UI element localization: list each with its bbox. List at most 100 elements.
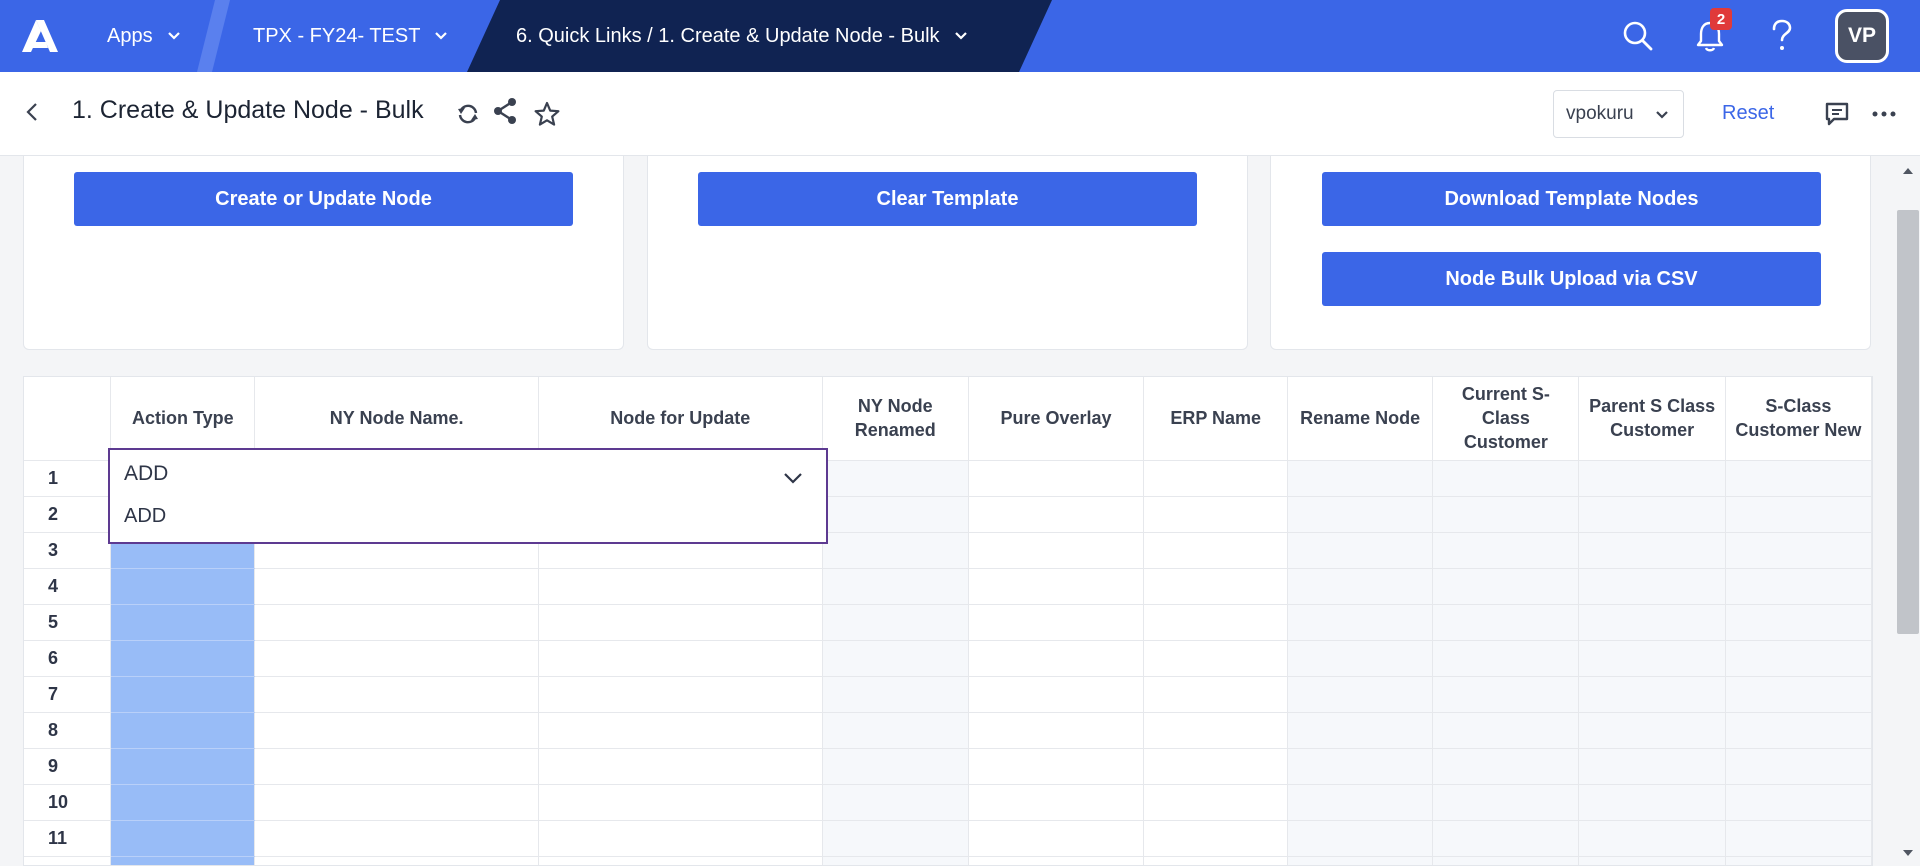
grid-cell[interactable]: [1725, 712, 1872, 749]
grid-cell[interactable]: [968, 820, 1145, 857]
grid-cell[interactable]: [254, 568, 539, 605]
grid-cell[interactable]: [110, 784, 256, 821]
grid-cell[interactable]: [1287, 784, 1434, 821]
grid-cell[interactable]: [1578, 460, 1726, 497]
grid-cell[interactable]: [968, 532, 1145, 569]
grid-cell[interactable]: [110, 676, 256, 713]
grid-cell[interactable]: [254, 604, 539, 641]
column-header[interactable]: Pure Overlay: [968, 377, 1145, 461]
grid-cell[interactable]: [822, 784, 969, 821]
grid-cell[interactable]: [822, 460, 969, 497]
column-header[interactable]: Parent S Class Customer: [1578, 377, 1726, 461]
grid-cell[interactable]: [110, 820, 256, 857]
grid-cell[interactable]: [822, 820, 969, 857]
grid-cell[interactable]: [1432, 604, 1580, 641]
grid-cell[interactable]: [254, 748, 539, 785]
grid-cell[interactable]: [538, 640, 823, 677]
grid-cell[interactable]: [254, 856, 539, 865]
grid-cell[interactable]: [1725, 640, 1872, 677]
page-breadcrumb-menu[interactable]: 6. Quick Links / 1. Create & Update Node…: [516, 0, 968, 72]
grid-cell[interactable]: [110, 604, 256, 641]
grid-cell[interactable]: [1143, 640, 1289, 677]
grid-cell[interactable]: [1287, 460, 1434, 497]
grid-cell[interactable]: [1287, 604, 1434, 641]
user-select[interactable]: vpokuru: [1553, 90, 1684, 138]
grid-cell[interactable]: [538, 676, 823, 713]
workspace-menu[interactable]: TPX - FY24- TEST: [253, 0, 448, 72]
grid-cell[interactable]: [1143, 676, 1289, 713]
more-options-icon[interactable]: [1869, 99, 1899, 129]
create-or-update-node-button[interactable]: Create or Update Node: [74, 172, 573, 226]
grid-cell[interactable]: [1143, 604, 1289, 641]
grid-cell[interactable]: [822, 496, 969, 533]
grid-cell[interactable]: [968, 604, 1145, 641]
grid-cell[interactable]: [1143, 820, 1289, 857]
grid-cell[interactable]: [1432, 820, 1580, 857]
grid-cell[interactable]: [1143, 784, 1289, 821]
download-template-nodes-button[interactable]: Download Template Nodes: [1322, 172, 1821, 226]
grid-cell[interactable]: [968, 568, 1145, 605]
grid-cell[interactable]: [1578, 532, 1726, 569]
grid-cell[interactable]: [110, 856, 256, 865]
grid-cell[interactable]: [1287, 532, 1434, 569]
grid-cell[interactable]: [1143, 496, 1289, 533]
grid-cell[interactable]: [1725, 460, 1872, 497]
grid-cell[interactable]: [1287, 568, 1434, 605]
favorite-star-icon[interactable]: [532, 99, 562, 129]
grid-cell[interactable]: [968, 676, 1145, 713]
grid-cell[interactable]: [110, 568, 256, 605]
grid-cell[interactable]: [1287, 712, 1434, 749]
share-icon[interactable]: [490, 96, 520, 126]
grid-cell[interactable]: [1725, 676, 1872, 713]
grid-cell[interactable]: [968, 712, 1145, 749]
grid-cell[interactable]: [1432, 496, 1580, 533]
grid-cell[interactable]: [538, 748, 823, 785]
grid-cell[interactable]: [968, 640, 1145, 677]
grid-cell[interactable]: [1143, 748, 1289, 785]
grid-cell[interactable]: [1578, 676, 1726, 713]
column-header[interactable]: ERP Name: [1143, 377, 1289, 461]
grid-cell[interactable]: [1725, 496, 1872, 533]
grid-cell[interactable]: [254, 784, 539, 821]
grid-cell[interactable]: [1432, 856, 1580, 865]
grid-cell[interactable]: [538, 568, 823, 605]
grid-cell[interactable]: [110, 712, 256, 749]
scrollbar-thumb[interactable]: [1897, 210, 1919, 634]
grid-cell[interactable]: [822, 532, 969, 569]
grid-cell[interactable]: [1725, 820, 1872, 857]
anaplan-logo-icon[interactable]: [20, 18, 60, 54]
grid-cell[interactable]: [1432, 640, 1580, 677]
grid-cell[interactable]: [1432, 748, 1580, 785]
grid-cell[interactable]: [1143, 568, 1289, 605]
grid-cell[interactable]: [1578, 748, 1726, 785]
help-icon[interactable]: [1760, 14, 1804, 58]
action-type-dropdown[interactable]: ADD ADD: [108, 448, 828, 544]
grid-cell[interactable]: [1578, 640, 1726, 677]
grid-cell[interactable]: [822, 604, 969, 641]
back-arrow-icon[interactable]: [18, 98, 46, 126]
grid-cell[interactable]: [110, 640, 256, 677]
comments-icon[interactable]: [1822, 99, 1852, 129]
grid-cell[interactable]: [1725, 568, 1872, 605]
chevron-down-icon[interactable]: [782, 467, 804, 489]
grid-cell[interactable]: [968, 748, 1145, 785]
search-icon[interactable]: [1616, 14, 1660, 58]
user-avatar[interactable]: VP: [1835, 9, 1889, 63]
grid-cell[interactable]: [1143, 460, 1289, 497]
grid-cell[interactable]: [1287, 820, 1434, 857]
grid-cell[interactable]: [1432, 784, 1580, 821]
grid-cell[interactable]: [1432, 676, 1580, 713]
column-header[interactable]: Rename Node: [1287, 377, 1434, 461]
refresh-icon[interactable]: [453, 99, 483, 129]
grid-cell[interactable]: [1578, 820, 1726, 857]
grid-cell[interactable]: [1287, 676, 1434, 713]
grid-cell[interactable]: [538, 820, 823, 857]
grid-cell[interactable]: [1432, 712, 1580, 749]
grid-cell[interactable]: [968, 784, 1145, 821]
clear-template-button[interactable]: Clear Template: [698, 172, 1197, 226]
column-header[interactable]: NY Node Renamed: [822, 377, 969, 461]
grid-cell[interactable]: [1287, 748, 1434, 785]
grid-cell[interactable]: [1143, 856, 1289, 865]
grid-cell[interactable]: [1578, 568, 1726, 605]
column-header[interactable]: Current S-Class Customer: [1432, 377, 1580, 461]
